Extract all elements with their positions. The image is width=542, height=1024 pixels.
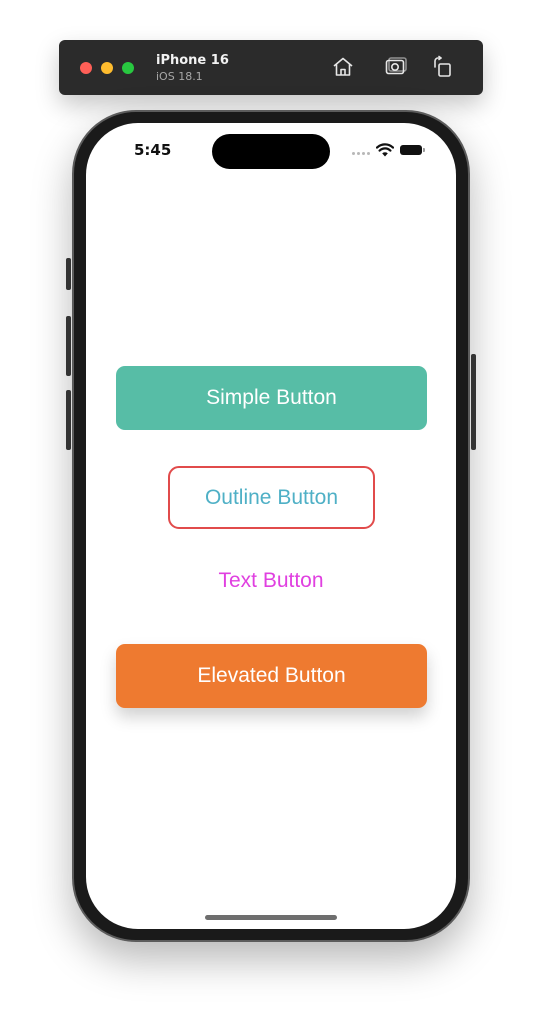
outline-button[interactable]: Outline Button [168,466,375,529]
rotate-icon[interactable] [431,55,455,79]
device-os-version: iOS 18.1 [156,70,203,83]
simulator-window: iPhone 16 iOS 18.1 5:45 Simple Button Ou… [0,0,542,1024]
battery-icon [400,145,425,155]
simple-button-label: Simple Button [206,386,337,409]
elevated-button-label: Elevated Button [197,664,346,687]
screenshot-icon[interactable] [384,55,408,79]
status-icons [352,143,425,157]
volume-down-button[interactable] [66,390,71,450]
phone-screen: 5:45 Simple Button Outline Button Text B… [86,123,456,929]
dynamic-island [212,134,330,169]
text-button-label: Text Button [218,569,324,592]
simple-button[interactable]: Simple Button [116,366,427,430]
home-indicator[interactable] [205,915,337,920]
zoom-window-button[interactable] [122,62,134,74]
minimize-window-button[interactable] [101,62,113,74]
outline-button-label: Outline Button [204,485,339,509]
simulator-toolbar: iPhone 16 iOS 18.1 [59,40,483,95]
text-button[interactable]: Text Button [186,563,356,599]
elevated-button[interactable]: Elevated Button [116,644,427,708]
action-button[interactable] [66,258,71,290]
device-name: iPhone 16 [156,53,229,68]
status-time: 5:45 [134,141,172,159]
volume-up-button[interactable] [66,316,71,376]
wifi-icon [376,143,394,157]
close-window-button[interactable] [80,62,92,74]
home-icon[interactable] [331,55,355,79]
cellular-signal-icon [352,152,372,155]
power-button[interactable] [471,354,476,450]
